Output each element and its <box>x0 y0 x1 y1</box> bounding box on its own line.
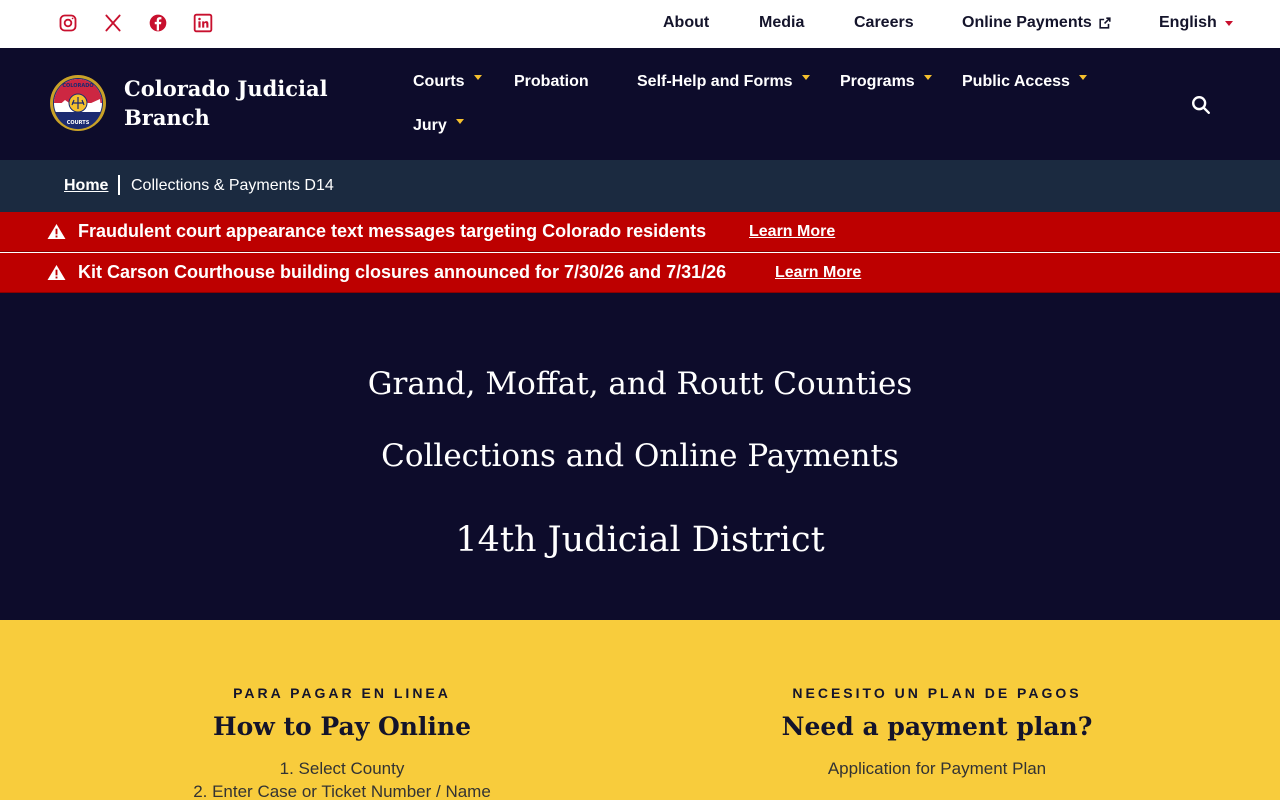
pay-online-title: How to Pay Online <box>212 712 472 741</box>
warning-icon <box>47 264 66 281</box>
chevron-down-icon <box>473 74 482 80</box>
nav-item-courts[interactable]: Courts <box>413 73 482 91</box>
chevron-down-icon <box>455 118 464 124</box>
media-link[interactable]: Media <box>759 14 804 32</box>
breadcrumb-home-link[interactable]: Home <box>64 177 108 195</box>
payment-plan-application-link[interactable]: Application for Payment Plan <box>637 759 1237 779</box>
payment-plan-eyebrow: NECESITO UN PLAN DE PAGOS <box>792 685 1082 701</box>
alert-banner: Fraudulent court appearance text message… <box>0 212 1280 252</box>
warning-icon <box>47 223 66 240</box>
online-payments-label: Online Payments <box>962 14 1092 31</box>
chevron-down-icon <box>1078 74 1087 80</box>
language-label: English <box>1159 14 1217 31</box>
pay-online-step: 2. Enter Case or Ticket Number / Name <box>193 782 491 800</box>
language-selector[interactable]: English <box>1159 14 1233 32</box>
hero-heading-counties: Grand, Moffat, and Routt Counties <box>367 366 913 402</box>
chevron-down-icon <box>1224 20 1233 26</box>
search-icon[interactable] <box>1190 94 1212 116</box>
utility-bar: About Media Careers Online Payments Engl… <box>0 0 1280 48</box>
nav-label-programs: Programs <box>840 73 915 90</box>
nav-label-public-access: Public Access <box>962 73 1070 90</box>
alert-learn-more-link[interactable]: Learn More <box>775 264 861 282</box>
alert-text: Fraudulent court appearance text message… <box>78 221 707 241</box>
nav-label-jury: Jury <box>413 117 447 134</box>
main-navigation: COLORADO COURTS Colorado Judicial Branch… <box>0 48 1280 160</box>
nav-item-probation[interactable]: Probation <box>514 73 589 91</box>
chevron-down-icon <box>923 74 932 80</box>
logo-text-bottom: COURTS <box>67 120 90 126</box>
hero-heading-district: 14th Judicial District <box>455 520 825 560</box>
external-link-icon <box>1099 17 1111 29</box>
alert-text: Kit Carson Courthouse building closures … <box>78 262 727 282</box>
about-link[interactable]: About <box>663 14 709 32</box>
payment-plan-title: Need a payment plan? <box>781 712 1093 741</box>
pay-online-eyebrow: PARA PAGAR EN LINEA <box>233 685 451 701</box>
nav-item-public-access[interactable]: Public Access <box>962 73 1087 91</box>
nav-item-programs[interactable]: Programs <box>840 73 932 91</box>
facebook-icon[interactable] <box>147 12 169 34</box>
media-label: Media <box>759 14 805 31</box>
breadcrumb: Home Collections & Payments D14 <box>0 160 1280 212</box>
instagram-icon[interactable] <box>57 12 79 34</box>
nav-label-probation: Probation <box>514 73 589 90</box>
alert-learn-more-link[interactable]: Learn More <box>749 223 835 241</box>
alert-banner: Kit Carson Courthouse building closures … <box>0 253 1280 293</box>
online-payments-link[interactable]: Online Payments <box>962 14 1112 32</box>
nav-label-courts: Courts <box>413 73 465 90</box>
x-icon[interactable] <box>102 12 124 34</box>
careers-link[interactable]: Careers <box>854 14 914 32</box>
nav-item-self-help[interactable]: Self-Help and Forms <box>637 73 810 91</box>
breadcrumb-current: Collections & Payments D14 <box>131 177 334 194</box>
brand-name[interactable]: Colorado Judicial Branch <box>124 74 344 132</box>
hero-section: Grand, Moffat, and Routt Counties Collec… <box>0 293 1280 620</box>
logo-text-top: COLORADO <box>62 83 93 89</box>
nav-item-jury[interactable]: Jury <box>413 117 464 135</box>
breadcrumb-divider <box>118 175 120 195</box>
payment-info-section: PARA PAGAR EN LINEA How to Pay Online 1.… <box>0 620 1280 800</box>
about-label: About <box>663 14 710 31</box>
chevron-down-icon <box>801 74 810 80</box>
court-seal-logo[interactable]: COLORADO COURTS <box>49 74 107 132</box>
careers-label: Careers <box>854 14 914 31</box>
linkedin-icon[interactable] <box>192 12 214 34</box>
nav-label-self-help: Self-Help and Forms <box>637 73 793 90</box>
hero-heading-collections: Collections and Online Payments <box>381 438 899 474</box>
brand-name-line1: Colorado Judicial <box>124 76 328 101</box>
pay-online-step: 1. Select County <box>279 759 405 778</box>
brand-name-line2: Branch <box>124 105 210 130</box>
